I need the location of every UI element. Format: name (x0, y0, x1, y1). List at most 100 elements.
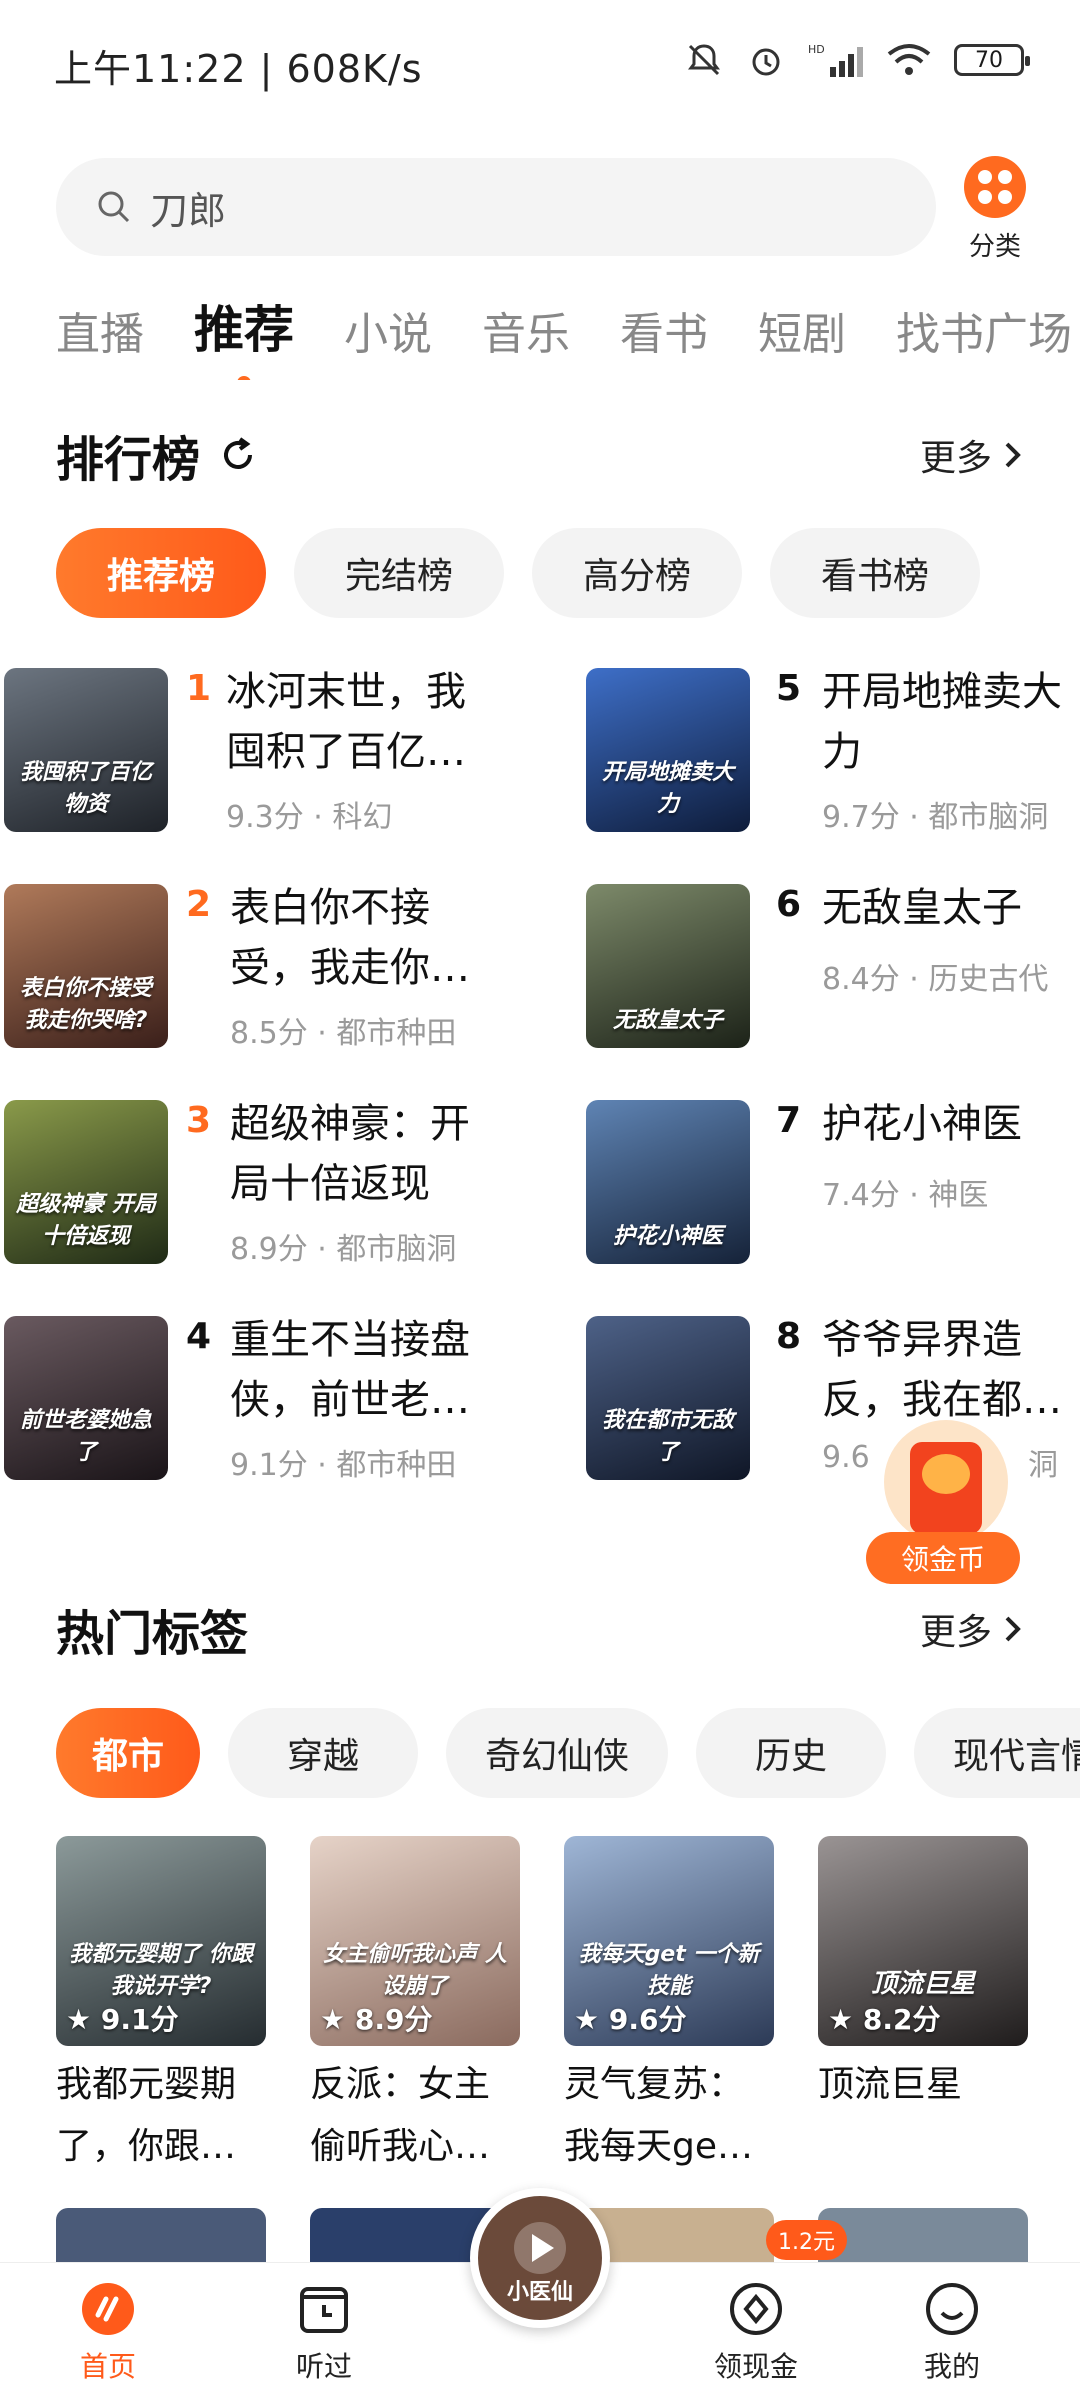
nav-history-label: 听过 (295, 2350, 352, 2383)
coin-reward-float[interactable]: 领金币 (866, 1420, 1026, 1590)
book-cover: 我囤积了百亿物资 (4, 668, 168, 832)
rank-meta: 9.6 (822, 1440, 870, 1475)
tab-recommend[interactable]: 推荐 (194, 290, 294, 380)
book-cover: 我都元婴期了 你跟我说开学? ★ 9.1分 (56, 1836, 266, 2046)
rank-title: 超级神豪：开 局十倍返现 (230, 1094, 530, 1214)
rank-meta: 7.4分 · 神医 (822, 1178, 989, 1213)
book-cover: 女主偷听我心声 人设崩了 ★ 8.9分 (310, 1836, 520, 2046)
nav-profile[interactable]: 我的 (872, 2281, 1032, 2385)
cover-text: 我每天get 一个新技能 (578, 1942, 760, 1999)
hot-tags-header: 热门标签 更多 (56, 1594, 1024, 1664)
book-cover-peek[interactable] (56, 2208, 266, 2268)
rank-title: 表白你不接 受，我走你… (230, 878, 530, 998)
ranking-pills: 推荐榜 完结榜 高分榜 看书榜 (56, 528, 980, 618)
cover-text: 我囤积了百亿物资 (19, 760, 152, 817)
book-title: 顶流巨星 (818, 2054, 1032, 2116)
rank-item-6[interactable]: 无敌皇太子 6 无敌皇太子 8.4分 · 历史古代 (586, 884, 1080, 1054)
book-title-line: 了，你跟… (56, 2126, 237, 2167)
alarm-icon (746, 40, 786, 80)
search-query: 刀郎 (150, 188, 227, 233)
tag-book-1[interactable]: 我都元婴期了 你跟我说开学? ★ 9.1分 我都元婴期 了，你跟… (56, 1836, 266, 2178)
nav-cash[interactable]: 领现金 (676, 2281, 836, 2385)
cover-text: 护花小神医 (612, 1224, 723, 1249)
pill-high-score-rank[interactable]: 高分榜 (532, 528, 742, 618)
rank-item-3[interactable]: 超级神豪 开局十倍返现 3 超级神豪：开 局十倍返现 8.9分 · 都市脑洞 (0, 1100, 520, 1270)
status-bar: 上午11:22 | 608K/s HD 70 (0, 0, 1080, 120)
book-score: ★ 8.9分 (320, 2003, 433, 2036)
rank-title: 无敌皇太子 (822, 878, 1080, 938)
rank-item-2[interactable]: 表白你不接受 我走你哭啥? 2 表白你不接 受，我走你… 8.5分 · 都市种田 (0, 884, 520, 1054)
mute-bell-icon (684, 40, 724, 80)
wifi-icon (886, 40, 932, 80)
tag-book-2[interactable]: 女主偷听我心声 人设崩了 ★ 8.9分 反派：女主 偷听我心… (310, 1836, 520, 2178)
rank-title-line: 护花小神医 (822, 1101, 1022, 1147)
nav-history[interactable]: 听过 (244, 2281, 404, 2385)
rank-title-line: 侠，前世老… (230, 1377, 470, 1423)
rank-meta: 9.1分 · 都市种田 (230, 1448, 457, 1483)
book-cover: 前世老婆她急了 (4, 1316, 168, 1480)
book-title-line: 反派：女主 (310, 2064, 491, 2105)
pill-tag-modern-romance[interactable]: 现代言情 (914, 1708, 1080, 1798)
now-playing-button[interactable]: 小医仙 (470, 2188, 610, 2328)
rank-title-line: 局十倍返现 (230, 1161, 430, 1207)
tab-reading[interactable]: 看书 (620, 298, 708, 362)
tab-music[interactable]: 音乐 (482, 298, 570, 362)
cover-text: 顶流巨星 (870, 1969, 975, 1999)
nav-home[interactable]: 首页 (28, 2281, 188, 2385)
chevron-right-icon (1005, 442, 1021, 468)
rank-title-line: 表白你不接 (230, 885, 430, 931)
status-icons: HD 70 (684, 40, 1030, 80)
rank-item-1[interactable]: 我囤积了百亿物资 1 冰河末世，我 囤积了百亿… 9.3分 · 科幻 (0, 668, 520, 838)
rank-item-7[interactable]: 护花小神医 7 护花小神医 7.4分 · 神医 (586, 1100, 1080, 1270)
rank-title: 重生不当接盘 侠，前世老… (230, 1310, 530, 1430)
profile-smile-icon (924, 2281, 980, 2337)
rank-number: 3 (186, 1100, 212, 1141)
tag-book-3[interactable]: 我每天get 一个新技能 ★ 9.6分 灵气复苏： 我每天ge… (564, 1836, 774, 2178)
tag-pills: 都市 穿越 奇幻仙侠 历史 现代言情 (56, 1708, 1080, 1798)
tab-novel[interactable]: 小说 (344, 298, 432, 362)
hot-tags-title: 热门标签 (56, 1606, 249, 1662)
category-button[interactable]: 分类 (958, 156, 1032, 263)
cover-text: 女主偷听我心声 人设崩了 (323, 1942, 507, 1999)
tab-book-plaza[interactable]: 找书广场 (896, 298, 1072, 362)
book-cover-peek[interactable] (818, 2208, 1028, 2268)
pill-tag-urban[interactable]: 都市 (56, 1708, 200, 1798)
rank-number: 2 (186, 884, 212, 925)
cover-text: 前世老婆她急了 (19, 1408, 152, 1465)
search-input[interactable]: 刀郎 (56, 158, 936, 256)
tab-live[interactable]: 直播 (56, 298, 144, 362)
tab-short-drama[interactable]: 短剧 (758, 298, 846, 362)
cover-text: 表白你不接受 我走你哭啥? (19, 976, 152, 1033)
book-score: ★ 8.2分 (828, 2003, 941, 2036)
cover-text: 无敌皇太子 (612, 1008, 723, 1033)
tag-book-4[interactable]: 顶流巨星 ★ 8.2分 顶流巨星 (818, 1836, 1028, 2116)
category-icon (964, 156, 1026, 218)
pill-reading-rank[interactable]: 看书榜 (770, 528, 980, 618)
rank-title-line: 囤积了百亿… (226, 729, 466, 775)
rank-meta: 8.4分 · 历史古代 (822, 962, 1049, 997)
pill-complete-rank[interactable]: 完结榜 (294, 528, 504, 618)
pill-recommend-rank[interactable]: 推荐榜 (56, 528, 266, 618)
hot-tags-more-link[interactable]: 更多 (920, 1603, 1024, 1655)
book-title: 我都元婴期 了，你跟… (56, 2054, 270, 2178)
cover-text: 超级神豪 开局十倍返现 (16, 1192, 156, 1249)
nav-cash-label: 领现金 (713, 2350, 798, 2383)
rank-number: 7 (776, 1100, 802, 1141)
rank-title: 冰河末世，我 囤积了百亿… (226, 668, 526, 782)
rank-item-5[interactable]: 开局地摊卖大力 5 开局地摊卖大力 9.7分 · 都市脑洞 (586, 668, 1080, 838)
rank-number: 8 (776, 1316, 802, 1357)
pill-tag-time-travel[interactable]: 穿越 (228, 1708, 418, 1798)
hot-tags-more-label: 更多 (919, 1612, 992, 1653)
rank-item-4[interactable]: 前世老婆她急了 4 重生不当接盘 侠，前世老… 9.1分 · 都市种田 (0, 1316, 520, 1486)
rank-title-line: 开局地摊卖大 (822, 669, 1062, 715)
ranking-more-link[interactable]: 更多 (920, 429, 1024, 481)
cover-text: 开局地摊卖大力 (601, 760, 734, 817)
rank-meta: 8.5分 · 都市种田 (230, 1016, 457, 1051)
book-title-line: 灵气复苏： (564, 2064, 745, 2105)
cash-icon (728, 2281, 784, 2337)
pill-tag-history[interactable]: 历史 (696, 1708, 886, 1798)
refresh-icon[interactable] (218, 435, 258, 475)
book-title-line: 顶流巨星 (818, 2064, 963, 2105)
pill-tag-fantasy[interactable]: 奇幻仙侠 (446, 1708, 668, 1798)
rank-meta: 9.7分 · 都市脑洞 (822, 800, 1049, 835)
